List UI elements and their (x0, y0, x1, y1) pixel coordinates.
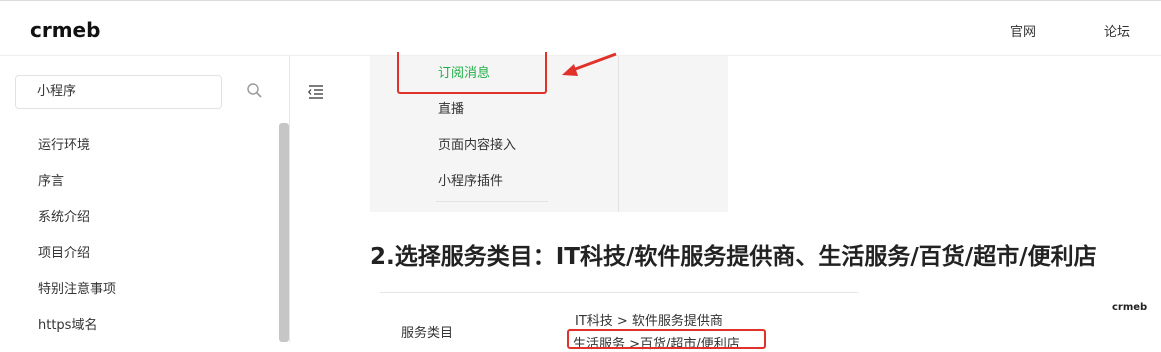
service-category-value-1: IT科技 > 软件服务提供商 (575, 314, 723, 329)
service-category-label: 服务类目 (401, 326, 454, 341)
sidebar-item-runtime[interactable]: 运行环境 (38, 128, 116, 164)
logo-text: crmeb (30, 18, 101, 42)
sidebar-scrollbar[interactable] (279, 123, 289, 342)
sidebar: 小程序 运行环境 序言 系统介绍 项目介绍 特别注意事项 https域名 (0, 56, 290, 342)
top-bar: crmeb 官网 论坛 (0, 0, 1161, 56)
nav-official-site[interactable]: 官网 (1010, 21, 1036, 40)
search-icon[interactable] (246, 82, 264, 100)
sidebar-item-project-intro[interactable]: 项目介绍 (38, 236, 116, 272)
section-heading: 2.选择服务类目：IT科技/软件服务提供商、生活服务/百货/超市/便利店 (370, 244, 1097, 270)
nav-forum[interactable]: 论坛 (1104, 21, 1130, 40)
search-input[interactable]: 小程序 (15, 75, 222, 109)
highlight-box-2 (567, 329, 766, 349)
highlight-box (397, 52, 547, 94)
crmeb-logo[interactable]: crmeb (30, 18, 100, 44)
menu-item-page-content: 页面内容接入 (438, 138, 517, 153)
sidebar-item-notes[interactable]: 特别注意事项 (38, 272, 116, 308)
sidebar-item-preface[interactable]: 序言 (38, 164, 116, 200)
sidebar-list: 运行环境 序言 系统介绍 项目介绍 特别注意事项 https域名 (38, 128, 116, 344)
menu-collapse-icon[interactable] (307, 84, 325, 100)
menu-item-plugin: 小程序插件 (438, 174, 504, 189)
menu-divider (436, 201, 548, 202)
sidebar-item-system-intro[interactable]: 系统介绍 (38, 200, 116, 236)
watermark-logo: crmeb (1112, 302, 1148, 313)
red-arrow-icon (562, 52, 617, 76)
menu-item-live: 直播 (438, 102, 465, 117)
sidebar-item-https-domain[interactable]: https域名 (38, 308, 116, 344)
table-divider (380, 292, 858, 293)
